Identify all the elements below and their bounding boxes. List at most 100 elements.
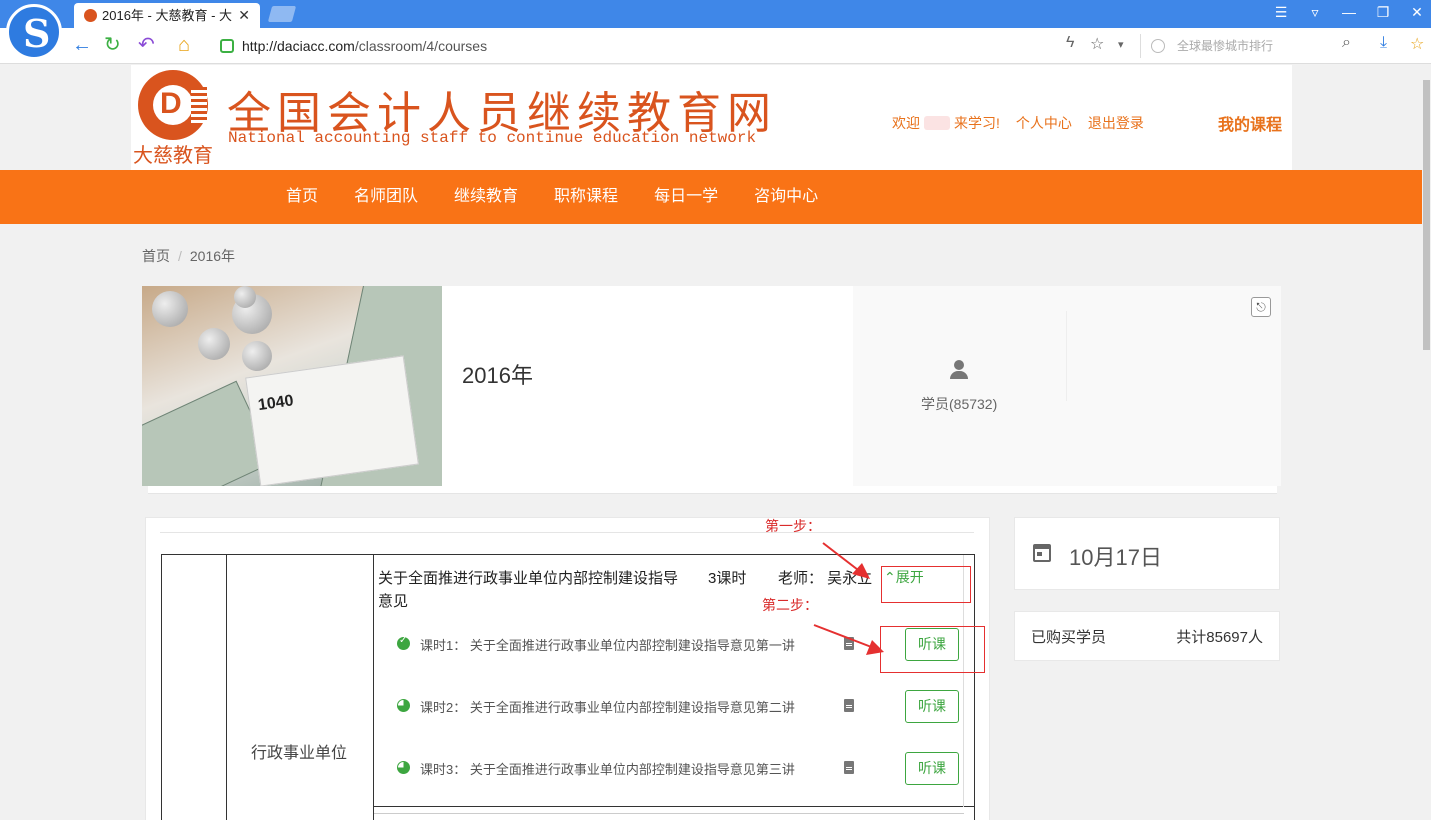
- brand-small: 大慈教育: [133, 143, 213, 167]
- star-icon[interactable]: ☆: [1090, 34, 1104, 54]
- back-icon[interactable]: ←: [72, 34, 92, 56]
- logo-stripes: [191, 87, 207, 123]
- scrollbar-thumb[interactable]: [1423, 80, 1430, 350]
- user-links: 欢迎 来学习! 个人中心 退出登录: [892, 113, 1144, 133]
- lesson-row: 课时1： 关于全面推进行政事业单位内部控制建设指导意见第一讲 听课: [394, 628, 964, 668]
- listen-button[interactable]: 听课: [905, 752, 959, 785]
- undo-icon[interactable]: ↶: [138, 34, 155, 56]
- skin-icon[interactable]: ▿: [1307, 4, 1323, 21]
- table-col-index: [162, 555, 227, 820]
- lesson-table: 行政事业单位 关于全面推进行政事业单位内部控制建设指导意见 3课时 老师： 吴永…: [161, 554, 975, 820]
- menu-icon[interactable]: ☰: [1273, 4, 1289, 21]
- search-icon[interactable]: ⌕: [1342, 34, 1351, 52]
- listen-button[interactable]: 听课: [905, 690, 959, 723]
- chapter-title: 关于全面推进行政事业单位内部控制建设指导意见: [378, 570, 679, 610]
- stat-divider: [1066, 311, 1067, 401]
- date-card: 10月17日: [1014, 517, 1280, 590]
- browser-tab[interactable]: 2016年 - 大慈教育 - 大 ✕: [74, 3, 260, 28]
- lesson-label[interactable]: 课时2： 关于全面推进行政事业单位内部控制建设指导意见第二讲: [420, 697, 795, 716]
- lesson-complete-icon: [397, 635, 410, 650]
- step2-highlight-box: [880, 626, 985, 673]
- student-count: 学员(85732): [921, 396, 998, 412]
- refresh-icon[interactable]: ↻: [104, 34, 121, 56]
- course-card: 1040 2016年 学员(85732) ⎋: [142, 286, 1281, 486]
- search-placeholder: 全球最惨城市排行: [1177, 39, 1274, 53]
- lesson-row: 课时3： 关于全面推进行政事业单位内部控制建设指导意见第三讲 听课: [394, 752, 964, 792]
- shield-icon: [220, 39, 234, 53]
- table-col-category: 行政事业单位: [227, 555, 374, 820]
- document-icon[interactable]: [844, 761, 854, 774]
- buyers-label: 已购买学员: [1031, 629, 1107, 646]
- nav-item-daily-study[interactable]: 每日一学: [654, 170, 718, 224]
- window-controls: ☰ ▿ — ❐ ✕: [1273, 4, 1425, 21]
- course-card-footer: [148, 486, 1277, 494]
- nav-item-teachers[interactable]: 名师团队: [354, 170, 418, 224]
- minimize-icon[interactable]: —: [1341, 4, 1357, 21]
- browser-toolbar: ← ↻ ↶ ⌂ http://daciacc.com/classroom/4/c…: [0, 28, 1431, 64]
- tax-form: 1040: [245, 355, 419, 486]
- buyers-card: 已购买学员 共计85697人: [1014, 611, 1280, 661]
- logout-link[interactable]: 退出登录: [1088, 113, 1144, 133]
- browser-search-input[interactable]: 全球最惨城市排行: [1140, 34, 1362, 58]
- url-path: /classroom/4/courses: [354, 38, 488, 54]
- category-label: 行政事业单位: [251, 745, 348, 762]
- lesson-in-progress-icon: [397, 761, 410, 774]
- new-tab-button[interactable]: [267, 6, 297, 22]
- breadcrumb-separator: /: [178, 248, 182, 264]
- calendar-icon: [1033, 544, 1051, 562]
- close-window-icon[interactable]: ✕: [1409, 4, 1425, 21]
- breadcrumb: 首页 / 2016年: [142, 246, 235, 266]
- next-chapter-border: [374, 813, 964, 814]
- person-icon: [949, 360, 969, 380]
- tab-title: 2016年 - 大慈教育 - 大: [102, 8, 233, 23]
- course-stats: 学员(85732) ⎋: [853, 286, 1281, 486]
- exit-icon[interactable]: ⎋: [1251, 297, 1271, 317]
- step1-highlight-box: [881, 566, 971, 603]
- document-icon[interactable]: [844, 637, 854, 650]
- download-icon[interactable]: ⤓: [1380, 34, 1387, 52]
- welcome-text: 欢迎 来学习!: [892, 115, 1000, 131]
- lesson-label[interactable]: 课时3： 关于全面推进行政事业单位内部控制建设指导意见第三讲: [420, 759, 795, 778]
- tax-form-label: 1040: [256, 392, 295, 415]
- site-header: D 大慈教育 全国会计人员继续教育网 National accounting s…: [131, 65, 1292, 170]
- nav-item-continuing-education[interactable]: 继续教育: [454, 170, 518, 224]
- address-bar[interactable]: http://daciacc.com/classroom/4/courses: [212, 34, 1132, 58]
- course-cover-image: 1040: [142, 286, 442, 486]
- breadcrumb-current: 2016年: [189, 248, 236, 264]
- restore-icon[interactable]: ❐: [1375, 4, 1391, 21]
- lightning-icon[interactable]: ϟ: [1066, 34, 1074, 52]
- lesson-panel: 行政事业单位 关于全面推进行政事业单位内部控制建设指导意见 3课时 老师： 吴永…: [145, 517, 990, 820]
- my-courses-link[interactable]: 我的课程: [1218, 111, 1282, 135]
- step2-annotation: 第二步：: [762, 598, 818, 614]
- site-favicon-icon: [84, 9, 97, 22]
- panel-divider: [160, 532, 974, 533]
- lesson-label[interactable]: 课时1： 关于全面推进行政事业单位内部控制建设指导意见第一讲: [420, 635, 795, 654]
- page-scrollbar[interactable]: [1422, 64, 1431, 820]
- course-title: 2016年: [462, 363, 533, 388]
- nav-item-home[interactable]: 首页: [286, 170, 318, 224]
- chevron-down-icon[interactable]: ▾: [1118, 38, 1124, 51]
- favorites-icon[interactable]: ☆: [1410, 34, 1424, 54]
- sogou-search-icon: [1151, 39, 1165, 53]
- browser-titlebar: 2016年 - 大慈教育 - 大 ✕ ☰ ▿ — ❐ ✕: [0, 0, 1431, 28]
- home-icon[interactable]: ⌂: [178, 34, 190, 56]
- breadcrumb-home[interactable]: 首页: [142, 248, 170, 264]
- nav-item-consulting[interactable]: 咨询中心: [754, 170, 818, 224]
- step1-annotation: 第一步：: [765, 519, 821, 535]
- nav-item-title-courses[interactable]: 职称课程: [554, 170, 618, 224]
- brand-subtitle: National accounting staff to continue ed…: [228, 129, 757, 147]
- personal-center-link[interactable]: 个人中心: [1016, 113, 1072, 133]
- current-date: 10月17日: [1069, 545, 1162, 570]
- page: D 大慈教育 全国会计人员继续教育网 National accounting s…: [0, 65, 1422, 820]
- chapter-teacher: 老师： 吴永立: [778, 570, 873, 587]
- chapter-hours: 3课时: [708, 570, 747, 587]
- document-icon[interactable]: [844, 699, 854, 712]
- lesson-row: 课时2： 关于全面推进行政事业单位内部控制建设指导意见第二讲 听课: [394, 690, 964, 730]
- buyers-total: 共计85697人: [1176, 629, 1263, 646]
- browser-logo-icon[interactable]: S: [6, 4, 62, 60]
- url-host: http://daciacc.com: [242, 38, 355, 54]
- username-redacted: [924, 116, 950, 130]
- main-nav: 首页 名师团队 继续教育 职称课程 每日一学 咨询中心: [0, 170, 1422, 224]
- lesson-in-progress-icon: [397, 699, 410, 712]
- tab-close-icon[interactable]: ✕: [238, 3, 250, 28]
